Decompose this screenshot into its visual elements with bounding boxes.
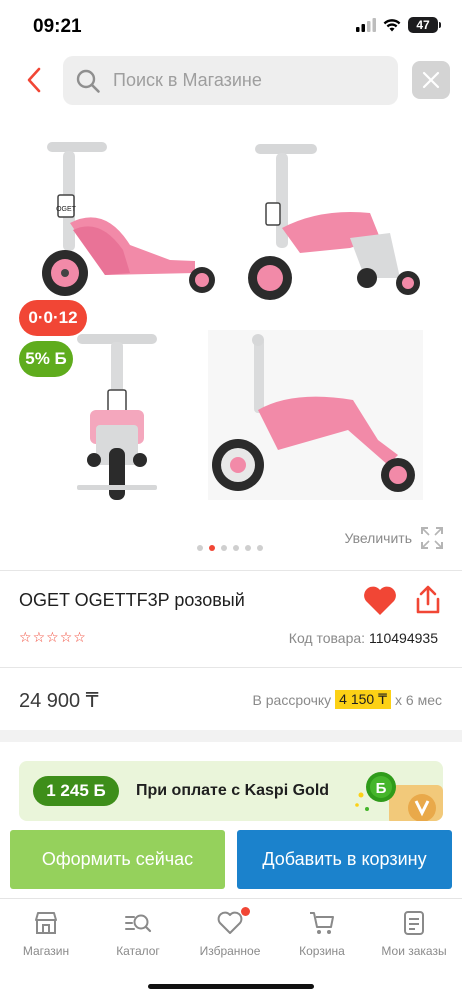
- product-title: OGET OGETTF3P розовый: [19, 590, 245, 610]
- pagination-dot: [233, 545, 239, 551]
- tab-store[interactable]: Магазин: [0, 909, 92, 958]
- product-image-seat-mode: [248, 144, 420, 300]
- product-code: Код товара: 110494935: [289, 630, 438, 646]
- close-icon: [422, 71, 440, 89]
- signal-icon: [356, 18, 376, 32]
- section-separator: [0, 730, 462, 742]
- status-icons: 47: [356, 17, 441, 33]
- status-bar: 09:21 47: [0, 0, 462, 50]
- star-empty-icon: ☆: [73, 629, 86, 645]
- star-empty-icon: ☆: [32, 629, 46, 645]
- share-icon: [416, 585, 440, 614]
- tab-label: Магазин: [22, 944, 70, 958]
- installment-badge: 0·0·12: [19, 300, 87, 336]
- battery-indicator: 47: [408, 17, 441, 33]
- product-image-kick-mode: [208, 330, 423, 500]
- heart-icon: [217, 911, 243, 934]
- pagination-dot: [245, 545, 251, 551]
- bonus-badge: 5% Б: [19, 341, 73, 377]
- status-time: 09:21: [33, 16, 82, 37]
- product-image-front-view: [77, 334, 157, 500]
- bonus-coins-icon: Б: [355, 772, 443, 821]
- divider: [0, 667, 462, 668]
- tab-favorites[interactable]: Избранное: [184, 907, 276, 958]
- search-icon: [76, 69, 100, 93]
- zoom-button[interactable]: Увеличить: [344, 526, 444, 550]
- orders-icon: [404, 911, 424, 935]
- svg-text:Б: Б: [376, 780, 387, 797]
- tab-orders[interactable]: Мои заказы: [368, 909, 460, 958]
- tab-label: Корзина: [299, 944, 345, 958]
- kaspi-gold-bonus: 1 245 Б: [33, 776, 119, 806]
- divider: [0, 570, 462, 571]
- order-now-button[interactable]: Оформить сейчас: [10, 830, 225, 889]
- notification-dot: [241, 907, 250, 916]
- pagination-dot: [257, 545, 263, 551]
- wifi-icon: [383, 19, 401, 32]
- star-empty-icon: ☆: [19, 629, 32, 645]
- kaspi-gold-text: При оплате с Kaspi Gold: [136, 782, 330, 799]
- tab-cart[interactable]: Корзина: [276, 909, 368, 958]
- expand-icon: [421, 527, 443, 549]
- pagination-dot: [197, 545, 203, 551]
- brand-plate: OGET: [56, 206, 77, 213]
- gallery-pagination: [197, 545, 263, 551]
- pagination-dot-active: [209, 545, 215, 551]
- rating-stars[interactable]: ☆ ☆ ☆ ☆ ☆: [19, 629, 86, 646]
- favorite-button[interactable]: [362, 585, 398, 617]
- home-indicator: [148, 984, 314, 989]
- pagination-dot: [221, 545, 227, 551]
- share-button[interactable]: [414, 584, 442, 616]
- tab-label: Каталог: [116, 944, 160, 958]
- cart-icon: [310, 912, 334, 934]
- search-placeholder: Поиск в Магазине: [113, 70, 262, 90]
- close-search-button[interactable]: [412, 61, 450, 99]
- product-image-side-view: OGET: [42, 142, 215, 296]
- installment-prefix: В рассрочку: [252, 691, 332, 708]
- tab-catalog[interactable]: Каталог: [92, 909, 184, 958]
- chevron-left-icon: [27, 67, 41, 93]
- catalog-search-icon: [125, 914, 152, 933]
- add-to-cart-button[interactable]: Добавить в корзину: [237, 830, 452, 889]
- product-price: 24 900 ₸: [19, 690, 99, 712]
- search-input[interactable]: Поиск в Магазине: [63, 56, 398, 105]
- zoom-label: Увеличить: [344, 530, 412, 546]
- product-code-label: Код товара:: [288, 630, 366, 646]
- tab-label: Избранное: [199, 944, 261, 958]
- installment-monthly: 4 150 ₸: [335, 690, 392, 709]
- tab-label: Мои заказы: [381, 944, 447, 958]
- installment-info[interactable]: В рассрочку 4 150 ₸ х 6 мес: [253, 690, 442, 709]
- star-empty-icon: ☆: [59, 629, 73, 645]
- installment-term: х 6 мес: [395, 691, 442, 708]
- star-empty-icon: ☆: [46, 629, 59, 645]
- store-icon: [35, 912, 57, 934]
- heart-filled-icon: [364, 586, 396, 615]
- heart-icon-wrapper: [216, 907, 250, 937]
- back-button[interactable]: [20, 64, 48, 96]
- kaspi-gold-banner[interactable]: 1 245 Б При оплате с Kaspi Gold Б: [19, 761, 443, 821]
- product-code-value: 110494935: [368, 630, 438, 646]
